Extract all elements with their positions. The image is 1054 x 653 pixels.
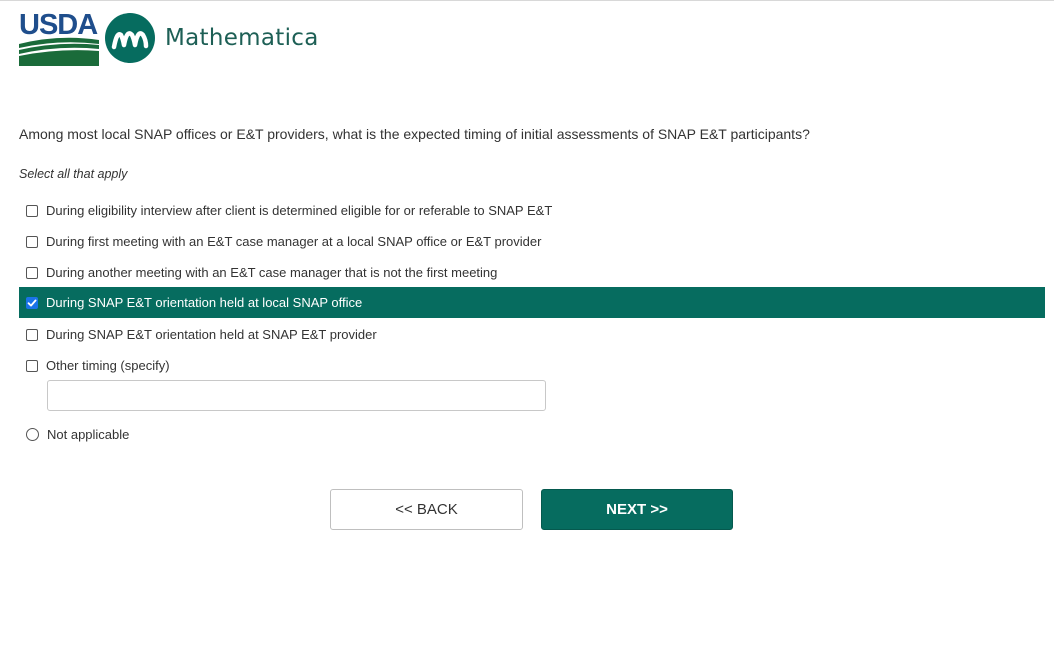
- checkbox[interactable]: [26, 266, 38, 279]
- usda-field-icon: [19, 37, 99, 66]
- option-orientation-local-office[interactable]: During SNAP E&T orientation held at loca…: [19, 287, 1045, 318]
- question-text: Among most local SNAP offices or E&T pro…: [19, 126, 810, 142]
- option-label: Not applicable: [47, 427, 130, 442]
- mathematica-m-icon: [105, 13, 155, 63]
- option-not-applicable[interactable]: Not applicable: [19, 419, 1045, 450]
- option-orientation-provider[interactable]: During SNAP E&T orientation held at SNAP…: [19, 319, 1045, 350]
- checkbox[interactable]: [26, 328, 38, 341]
- next-button[interactable]: NEXT >>: [541, 489, 733, 530]
- option-first-meeting[interactable]: During first meeting with an E&T case ma…: [19, 226, 1045, 257]
- option-label: During eligibility interview after clien…: [46, 203, 553, 218]
- option-label: During SNAP E&T orientation held at loca…: [46, 295, 363, 310]
- checkmark-icon: [27, 299, 37, 306]
- option-label: During another meeting with an E&T case …: [46, 265, 498, 280]
- option-label: Other timing (specify): [46, 358, 170, 373]
- option-label: During first meeting with an E&T case ma…: [46, 234, 542, 249]
- top-divider: [0, 0, 1054, 1]
- radio-button[interactable]: [26, 428, 39, 441]
- usda-logo: USDA: [19, 10, 99, 66]
- option-another-meeting[interactable]: During another meeting with an E&T case …: [19, 257, 1045, 288]
- other-specify-input[interactable]: [47, 380, 546, 411]
- back-button[interactable]: << BACK: [330, 489, 523, 530]
- checkbox[interactable]: [26, 235, 38, 248]
- option-eligibility-interview[interactable]: During eligibility interview after clien…: [19, 195, 1045, 226]
- header-logos: USDA Mathematica: [19, 9, 319, 67]
- question-hint: Select all that apply: [19, 167, 128, 181]
- checkbox[interactable]: [26, 204, 38, 217]
- option-label: During SNAP E&T orientation held at SNAP…: [46, 327, 377, 342]
- checkbox-checked[interactable]: [26, 296, 38, 309]
- brand-name: Mathematica: [165, 25, 319, 51]
- option-other-timing[interactable]: Other timing (specify): [19, 350, 1045, 381]
- checkbox[interactable]: [26, 359, 38, 372]
